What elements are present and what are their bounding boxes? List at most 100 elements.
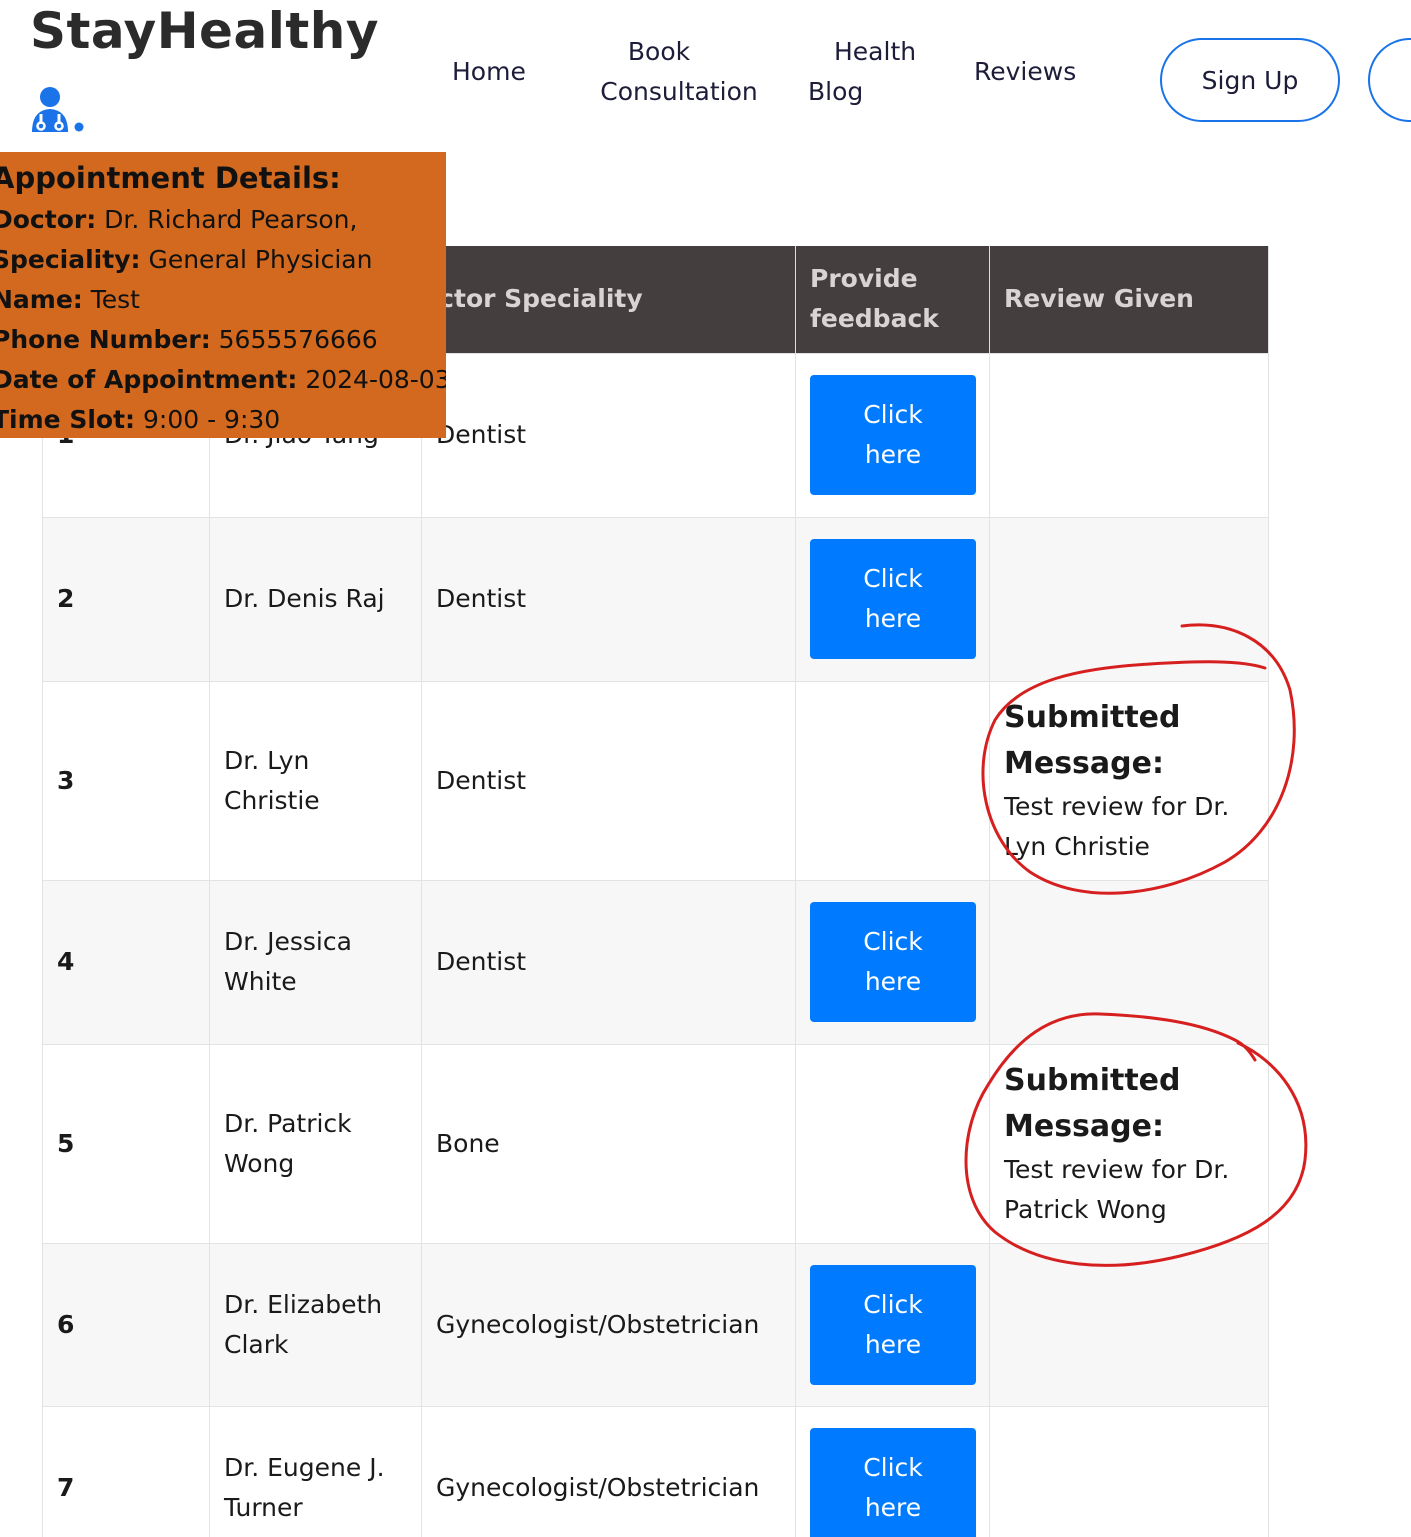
- phone-label: Phone Number:: [0, 325, 211, 354]
- review-text-line1: Test review for Dr.: [1004, 791, 1230, 821]
- feedback-cell: [795, 1043, 990, 1244]
- date-value: 2024-08-03: [305, 365, 446, 394]
- review-cell: [989, 516, 1269, 682]
- nav-health-blog[interactable]: Health Blog: [808, 32, 928, 112]
- button-line2: here: [864, 440, 922, 469]
- feedback-cell: [795, 680, 990, 881]
- doctor-name-line2: Christie: [224, 785, 320, 815]
- name-value: Test: [90, 285, 140, 314]
- signup-button[interactable]: Sign Up: [1160, 38, 1340, 122]
- review-cell: [989, 352, 1269, 518]
- doctor-name: Dr. Eugene J. Turner: [209, 1405, 422, 1537]
- feedback-button[interactable]: Click here: [810, 902, 976, 1022]
- doctor-name-line1: Dr. Patrick: [224, 1108, 352, 1138]
- doctor-name-line2: Wong: [224, 1148, 295, 1178]
- nav-reviews[interactable]: Reviews: [974, 52, 1076, 92]
- table-row: 4 Dr. Jessica White Dentist Click here: [42, 879, 1269, 1045]
- doctor-value: Dr. Richard Pearson,: [104, 205, 358, 234]
- nav-blog-line1: Health: [834, 37, 917, 66]
- doctor-name-line1: Dr. Elizabeth: [224, 1289, 383, 1319]
- appointment-speciality: Speciality: General Physician: [0, 240, 446, 280]
- feedback-cell: Click here: [795, 879, 990, 1045]
- appointment-name: Name: Test: [0, 280, 446, 320]
- doctor-name-line2: White: [224, 967, 297, 996]
- button-line1: Click: [863, 927, 923, 956]
- nav-book-line1: Book: [627, 37, 691, 66]
- login-button[interactable]: [1368, 38, 1411, 122]
- button-line1: Click: [863, 400, 923, 429]
- time-label: Time Slot:: [0, 405, 136, 434]
- review-text-line1: Test review for Dr.: [1004, 1154, 1230, 1184]
- nav-book-line2: Consultation: [600, 77, 758, 106]
- doctor-name-line1: Dr. Lyn: [224, 745, 310, 775]
- button-line1: Click: [863, 564, 923, 593]
- doctor-name: Dr. Elizabeth Clark: [209, 1242, 422, 1407]
- doctor-label: Doctor:: [0, 205, 97, 234]
- nav-blog-line2: Blog: [808, 77, 864, 106]
- button-line2: here: [864, 1329, 922, 1359]
- feedback-button[interactable]: Click here: [810, 1428, 976, 1537]
- serial-number: 6: [42, 1242, 210, 1407]
- doctor-icon: [32, 87, 84, 132]
- serial-number: 7: [42, 1405, 210, 1537]
- review-cell: Submitted Message: Test review for Dr. P…: [989, 1043, 1269, 1244]
- serial-number: 3: [42, 680, 210, 881]
- appointment-phone: Phone Number: 5655576666: [0, 320, 446, 360]
- appointment-time: Time Slot: 9:00 - 9:30: [0, 400, 446, 438]
- feedback-cell: Click here: [795, 516, 990, 682]
- doctor-speciality: Dentist: [421, 352, 796, 518]
- feedback-button[interactable]: Click here: [810, 539, 976, 659]
- doctor-speciality: Dentist: [421, 680, 796, 881]
- button-line2: here: [864, 604, 922, 633]
- doctor-speciality: Gynecologist/Obstetrician: [421, 1405, 796, 1537]
- serial-number: 4: [42, 879, 210, 1045]
- appointment-date: Date of Appointment: 2024-08-03: [0, 360, 446, 400]
- review-title-line1: Submitted: [1004, 699, 1181, 735]
- table-row: 5 Dr. Patrick Wong Bone Submitted Messag…: [42, 1043, 1269, 1244]
- doctor-name-line2: Turner: [224, 1493, 303, 1522]
- feedback-button[interactable]: Click here: [810, 375, 976, 495]
- review-title-line2: Message:: [1004, 745, 1164, 781]
- review-title-line2: Message:: [1004, 1108, 1164, 1144]
- brand-name[interactable]: StayHealthy: [30, 2, 379, 60]
- review-cell: [989, 1242, 1269, 1407]
- serial-number: 2: [42, 516, 210, 682]
- phone-value: 5655576666: [218, 325, 378, 354]
- header-provide-feedback: Provide feedback: [795, 246, 990, 353]
- feedback-cell: Click here: [795, 352, 990, 518]
- review-cell: [989, 879, 1269, 1045]
- date-label: Date of Appointment:: [0, 365, 298, 394]
- review-text-line2: Patrick Wong: [1004, 1194, 1167, 1224]
- feedback-button[interactable]: Click here: [810, 1264, 976, 1385]
- speciality-label: Speciality:: [0, 245, 141, 274]
- page: { "brand": { "name": "StayHealthy", "ico…: [0, 0, 1411, 1537]
- table-row: 6 Dr. Elizabeth Clark Gynecologist/Obste…: [42, 1242, 1269, 1407]
- feedback-cell: Click here: [795, 1242, 990, 1407]
- doctor-speciality: Dentist: [421, 879, 796, 1045]
- doctor-name-line2: Clark: [224, 1329, 289, 1359]
- appointment-details-card: Appointment Details: Doctor: Dr. Richard…: [0, 152, 446, 438]
- reviews-table: octor Speciality Provide feedback Review…: [42, 246, 1269, 1537]
- button-line2: here: [864, 1493, 922, 1522]
- doctor-name-line1: Dr. Jessica: [224, 927, 352, 956]
- speciality-value: General Physician: [148, 245, 373, 274]
- feedback-cell: Click here: [795, 1405, 990, 1537]
- appointment-doctor: Doctor: Dr. Richard Pearson,: [0, 200, 446, 240]
- time-value: 9:00 - 9:30: [142, 405, 281, 434]
- doctor-name: Dr. Lyn Christie: [209, 680, 422, 881]
- nav-book-consultation[interactable]: Book Consultation: [584, 32, 774, 112]
- doctor-speciality: Gynecologist/Obstetrician: [421, 1242, 796, 1407]
- name-label: Name:: [0, 285, 83, 314]
- header-feedback-line1: Provide: [810, 264, 918, 294]
- doctor-name: Dr. Jessica White: [209, 879, 422, 1045]
- doctor-name: Dr. Denis Raj: [209, 516, 422, 682]
- appointment-title: Appointment Details:: [0, 161, 341, 195]
- button-line1: Click: [863, 1289, 923, 1319]
- header-review-given: Review Given: [989, 246, 1269, 353]
- doctor-name: Dr. Patrick Wong: [209, 1043, 422, 1244]
- button-line1: Click: [863, 1453, 923, 1482]
- nav-home[interactable]: Home: [452, 52, 526, 92]
- table-row: 2 Dr. Denis Raj Dentist Click here: [42, 516, 1269, 682]
- doctor-speciality: Dentist: [421, 516, 796, 682]
- doctor-name-line1: Dr. Eugene J.: [224, 1453, 385, 1482]
